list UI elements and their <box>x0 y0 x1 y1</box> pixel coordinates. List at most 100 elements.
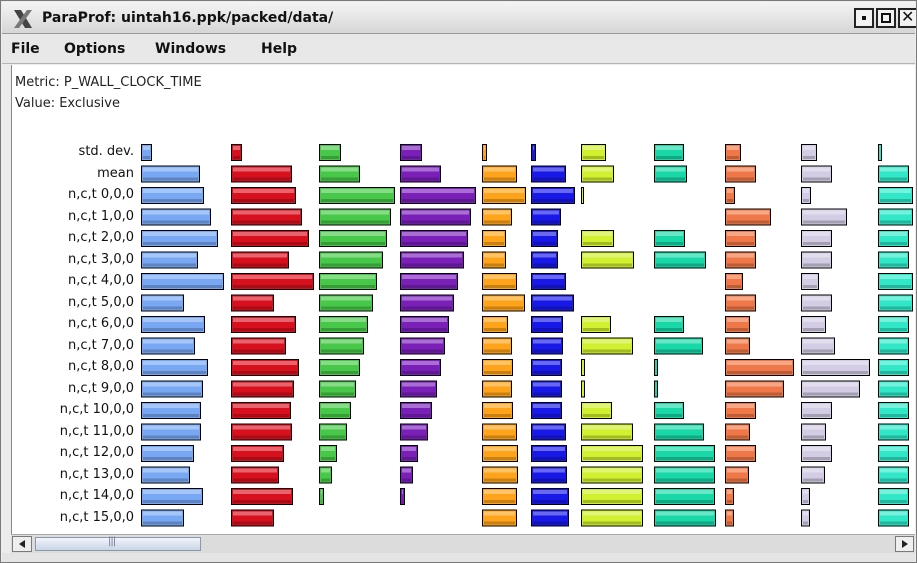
bar[interactable] <box>319 380 356 398</box>
bar[interactable] <box>801 423 826 441</box>
bar[interactable] <box>725 251 756 269</box>
bar[interactable] <box>801 359 870 376</box>
bar[interactable] <box>654 359 658 376</box>
bar[interactable] <box>725 337 750 355</box>
bar[interactable] <box>482 316 508 333</box>
bar[interactable] <box>141 445 194 462</box>
bar[interactable] <box>878 273 913 290</box>
bar[interactable] <box>531 445 567 462</box>
bar[interactable] <box>400 144 422 161</box>
bar[interactable] <box>878 316 909 333</box>
bar[interactable] <box>482 380 512 398</box>
bar[interactable] <box>400 294 454 312</box>
bar[interactable] <box>878 208 913 226</box>
bar[interactable] <box>482 402 513 419</box>
bar[interactable] <box>531 144 536 161</box>
scroll-thumb[interactable] <box>35 536 201 551</box>
bar[interactable] <box>531 488 569 505</box>
bar[interactable] <box>319 359 360 376</box>
bar[interactable] <box>400 187 476 204</box>
bar[interactable] <box>654 488 715 505</box>
bar[interactable] <box>141 509 184 527</box>
bar[interactable] <box>531 423 566 441</box>
bar[interactable] <box>400 273 458 290</box>
bar[interactable] <box>581 423 633 441</box>
bar[interactable] <box>654 230 685 247</box>
bar[interactable] <box>725 445 756 462</box>
bar[interactable] <box>482 337 512 355</box>
bar[interactable] <box>231 402 291 419</box>
bar[interactable] <box>400 337 445 355</box>
bar[interactable] <box>482 509 517 527</box>
bar[interactable] <box>400 402 432 419</box>
bar[interactable] <box>801 187 811 204</box>
bar[interactable] <box>319 402 351 419</box>
bar[interactable] <box>801 402 832 419</box>
bar[interactable] <box>400 316 449 333</box>
bar[interactable] <box>400 251 464 269</box>
bar[interactable] <box>581 380 585 398</box>
bar[interactable] <box>878 251 909 269</box>
bar[interactable] <box>725 509 734 527</box>
menu-help[interactable]: Help <box>261 41 297 57</box>
bar[interactable] <box>725 380 784 398</box>
bar[interactable] <box>878 230 909 247</box>
menu-windows[interactable]: Windows <box>155 41 226 57</box>
bar[interactable] <box>878 466 909 484</box>
bar[interactable] <box>581 488 643 505</box>
bar[interactable] <box>482 165 517 183</box>
bar[interactable] <box>654 445 715 462</box>
bar[interactable] <box>319 423 347 441</box>
bar[interactable] <box>482 445 518 462</box>
bar[interactable] <box>231 445 284 462</box>
bar[interactable] <box>725 187 735 204</box>
bar[interactable] <box>725 144 741 161</box>
bar[interactable] <box>878 359 909 376</box>
bar[interactable] <box>531 466 567 484</box>
bar[interactable] <box>141 294 184 312</box>
bar[interactable] <box>878 294 913 312</box>
bar[interactable] <box>482 294 525 312</box>
bar[interactable] <box>654 466 715 484</box>
bar[interactable] <box>482 488 517 505</box>
bar[interactable] <box>400 423 428 441</box>
bar[interactable] <box>141 488 203 505</box>
bar[interactable] <box>400 488 405 505</box>
bar[interactable] <box>725 402 756 419</box>
bar[interactable] <box>581 509 643 527</box>
bar[interactable] <box>581 337 633 355</box>
bar[interactable] <box>581 445 643 462</box>
bar[interactable] <box>878 488 909 505</box>
bar[interactable] <box>231 187 296 204</box>
close-button[interactable]: ✕ <box>898 7 916 28</box>
bar[interactable] <box>654 316 684 333</box>
bar[interactable] <box>581 230 614 247</box>
bar[interactable] <box>400 466 413 484</box>
bar[interactable] <box>231 337 286 355</box>
bar[interactable] <box>141 144 152 161</box>
maximize-button[interactable] <box>876 8 896 28</box>
bar[interactable] <box>319 294 373 312</box>
bar[interactable] <box>231 144 242 161</box>
bar[interactable] <box>231 359 299 376</box>
bar[interactable] <box>482 230 506 247</box>
scroll-right-arrow-icon[interactable] <box>895 536 914 552</box>
bar[interactable] <box>141 208 211 226</box>
bar[interactable] <box>725 230 756 247</box>
bar[interactable] <box>141 316 205 333</box>
bar[interactable] <box>654 402 684 419</box>
bar[interactable] <box>801 273 819 290</box>
bar[interactable] <box>654 380 658 398</box>
bar[interactable] <box>400 208 471 226</box>
bar[interactable] <box>319 466 332 484</box>
bar[interactable] <box>231 509 274 527</box>
bar[interactable] <box>531 187 575 204</box>
bar[interactable] <box>531 509 569 527</box>
bar[interactable] <box>725 273 743 290</box>
bar[interactable] <box>400 380 437 398</box>
bar[interactable] <box>482 208 512 226</box>
bar[interactable] <box>531 208 561 226</box>
bar[interactable] <box>725 423 750 441</box>
bar[interactable] <box>319 187 395 204</box>
bar[interactable] <box>725 208 771 226</box>
